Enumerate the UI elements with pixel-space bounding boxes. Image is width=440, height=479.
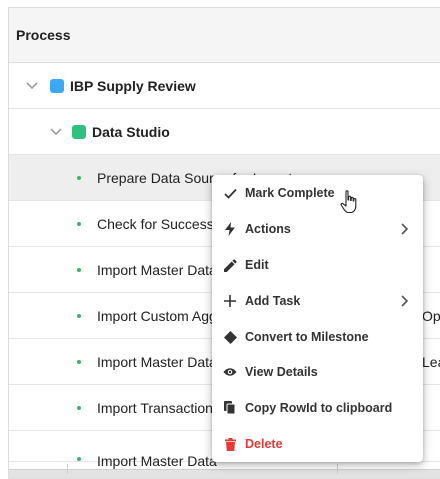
task-label: Import Transaction: [97, 399, 213, 416]
menu-item-actions[interactable]: Actions: [212, 212, 423, 246]
group-color-swatch: [50, 78, 64, 93]
column-divider: [67, 464, 68, 474]
task-cell-overflow: Lea: [422, 353, 440, 370]
menu-item-convert-to-milestone[interactable]: Convert to Milestone: [212, 320, 423, 354]
menu-item-copy-rowid[interactable]: Copy RowId to clipboard: [212, 391, 423, 425]
task-label: Import Master Data: [97, 261, 217, 278]
chevron-down-icon[interactable]: [48, 124, 64, 140]
chevron-right-icon: [399, 223, 409, 235]
task-label: Import Master Data: [97, 353, 217, 370]
group-row-ibp-supply-review[interactable]: IBP Supply Review: [9, 63, 440, 109]
pencil-icon: [223, 258, 237, 272]
copy-icon: [223, 401, 237, 415]
task-label: Import Custom Agg: [97, 307, 217, 324]
bullet-icon: [77, 359, 81, 364]
menu-item-mark-complete[interactable]: Mark Complete: [212, 176, 423, 210]
lightning-icon: [223, 222, 237, 236]
trash-icon: [223, 437, 237, 451]
context-menu: Mark Complete Actions Edit Add Task Conv…: [212, 175, 423, 462]
group-label: Data Studio: [92, 123, 170, 140]
bullet-icon: [77, 405, 81, 410]
bullet-icon: [77, 221, 81, 226]
bullet-icon: [77, 457, 81, 461]
plus-icon: [223, 294, 237, 308]
group-color-swatch: [72, 124, 86, 139]
chevron-right-icon: [399, 295, 409, 307]
column-divider: [337, 464, 338, 474]
diamond-icon: [223, 330, 237, 344]
task-label: Check for Success: [97, 215, 214, 232]
column-header-process[interactable]: Process: [9, 8, 440, 63]
group-label: IBP Supply Review: [70, 77, 196, 94]
bullet-icon: [77, 175, 81, 180]
menu-item-edit[interactable]: Edit: [212, 248, 423, 282]
task-label: Import Master Data: [97, 453, 217, 469]
menu-item-view-details[interactable]: View Details: [212, 355, 423, 389]
eye-icon: [223, 365, 237, 379]
bullet-icon: [77, 313, 81, 318]
horizontal-scrollbar[interactable]: [9, 469, 440, 478]
chevron-down-icon[interactable]: [24, 78, 40, 94]
menu-item-add-task[interactable]: Add Task: [212, 284, 423, 318]
bullet-icon: [77, 267, 81, 272]
task-cell-overflow: Opt: [422, 307, 440, 324]
hand-pointer-icon: [340, 190, 360, 219]
check-icon: [223, 186, 237, 200]
menu-item-delete[interactable]: Delete: [212, 427, 423, 461]
group-row-data-studio[interactable]: Data Studio: [9, 109, 440, 155]
